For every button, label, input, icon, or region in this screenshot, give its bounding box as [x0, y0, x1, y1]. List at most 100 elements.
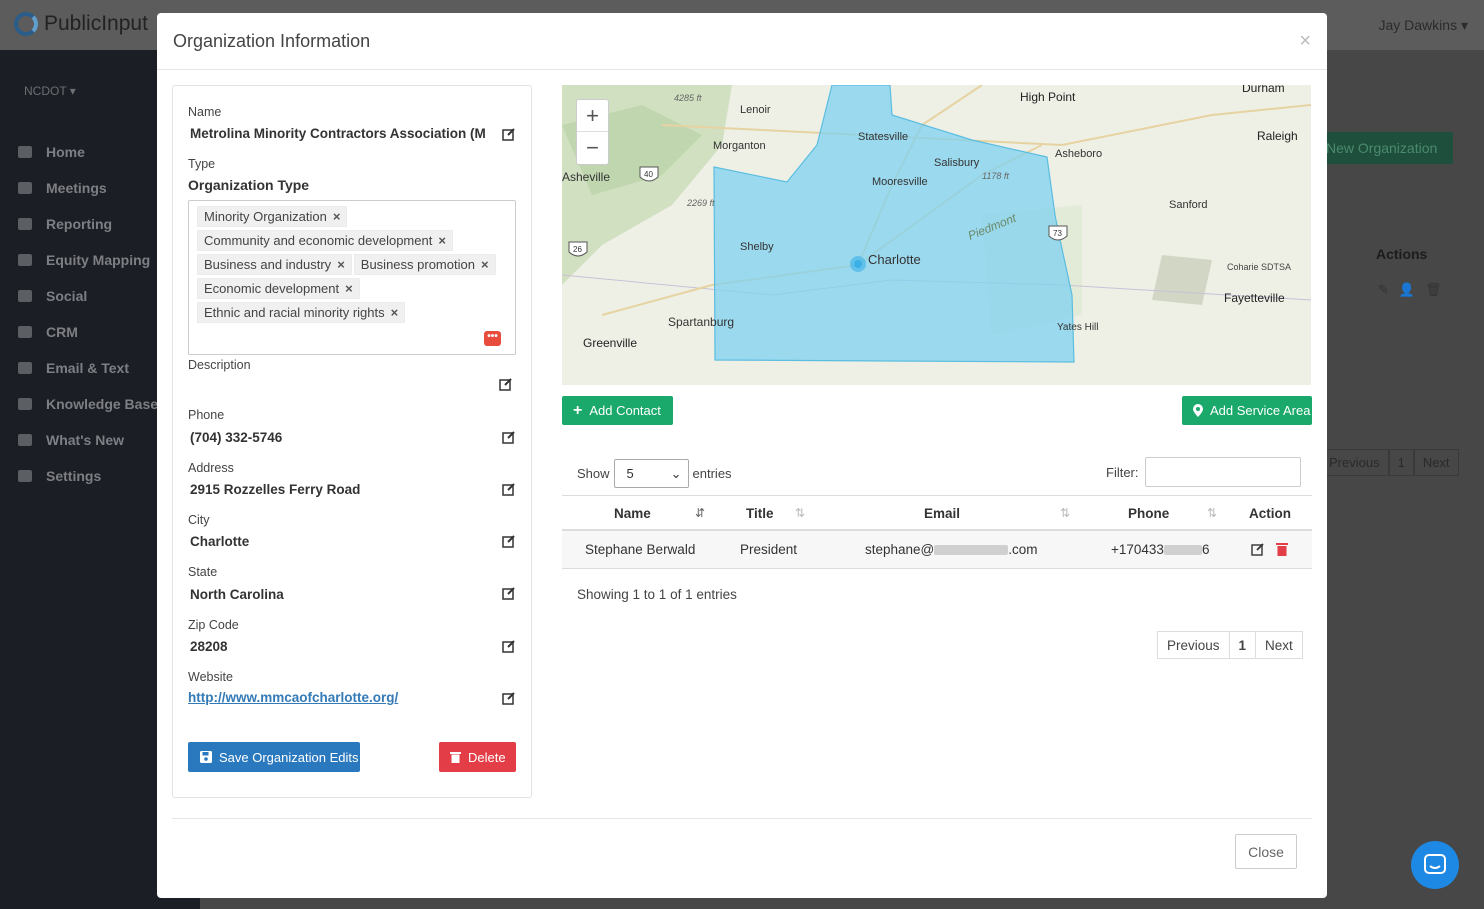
contacts-table: Name ⇵ Title ⇅ Email ⇅ Phone ⇅ Action St…	[562, 495, 1312, 569]
zoom-in-button[interactable]: +	[577, 100, 608, 132]
city-value: Charlotte	[190, 534, 250, 549]
organization-type-select[interactable]: Minority Organization × Community and econ…	[188, 200, 516, 355]
svg-text:40: 40	[644, 170, 653, 179]
edit-name-icon[interactable]	[502, 127, 516, 141]
map-label-morganton: Morganton	[713, 140, 766, 152]
map-label-greenville: Greenville	[583, 336, 637, 350]
table-info: Showing 1 to 1 of 1 entries	[577, 587, 737, 602]
elevation-label: 2269 ft	[686, 198, 715, 208]
description-label: Description	[188, 358, 251, 372]
page-size-select[interactable]: 5 ⌄	[613, 459, 689, 488]
phone-end: 6	[1201, 542, 1210, 557]
row-delete-icon[interactable]	[1276, 542, 1288, 559]
add-contact-label: Add Contact	[589, 403, 661, 418]
edit-description-icon[interactable]	[499, 377, 513, 391]
type-tag-label: Business promotion	[360, 257, 475, 272]
map-marker-icon	[1193, 404, 1203, 417]
name-value: Metrolina Minority Contractors Associati…	[190, 126, 486, 141]
remove-tag-icon[interactable]: ×	[391, 305, 399, 320]
background-next[interactable]: Next	[1413, 449, 1459, 476]
delete-organization-button[interactable]: Delete	[439, 742, 516, 772]
remove-tag-icon[interactable]: ×	[345, 281, 353, 296]
app-logo[interactable]: PublicInput	[14, 12, 148, 36]
save-organization-button[interactable]: Save Organization Edits	[188, 742, 360, 772]
background-previous[interactable]: Previous	[1320, 449, 1389, 476]
remove-tag-icon[interactable]: ×	[481, 257, 489, 272]
background-page-1[interactable]: 1	[1388, 449, 1414, 476]
remove-tag-icon[interactable]: ×	[333, 209, 341, 224]
map-label-durham: Durham	[1242, 85, 1285, 95]
edit-website-icon[interactable]	[502, 691, 516, 705]
highway-shield-40: 40	[639, 166, 659, 182]
add-contact-button[interactable]: + Add Contact	[562, 396, 673, 425]
add-user-icon[interactable]: 👤	[1399, 282, 1415, 298]
website-label: Website	[188, 670, 233, 684]
row-edit-icon[interactable]	[1251, 542, 1265, 559]
chart-icon	[18, 218, 32, 230]
modal-title: Organization Information	[173, 30, 371, 51]
column-email[interactable]: Email	[924, 506, 960, 521]
edit-city-icon[interactable]	[502, 534, 516, 548]
column-title[interactable]: Title	[746, 506, 774, 521]
new-organization-button[interactable]: New Organization	[1318, 132, 1453, 164]
map-label-coharie: Coharie SDTSA	[1227, 262, 1291, 272]
svg-text:73: 73	[1053, 229, 1062, 238]
sidebar-item-label: Equity Mapping	[46, 252, 151, 268]
mail-icon	[18, 362, 32, 374]
more-options-icon[interactable]: •••	[484, 331, 501, 346]
edit-phone-icon[interactable]	[502, 430, 516, 444]
table-row[interactable]: Stephane Berwald President stephane@ .com…	[562, 531, 1312, 569]
close-icon[interactable]: ×	[1299, 30, 1311, 53]
column-name[interactable]: Name	[614, 506, 651, 521]
column-phone[interactable]: Phone	[1128, 506, 1169, 521]
remove-tag-icon[interactable]: ×	[438, 233, 446, 248]
chat-launcher[interactable]	[1411, 841, 1459, 889]
org-switcher[interactable]: NCDOT ▾	[24, 84, 76, 98]
type-tag-label: Ethnic and racial minority rights	[204, 305, 385, 320]
contact-email: stephane@ .com	[865, 542, 1038, 557]
gear-icon	[18, 470, 32, 482]
table-header: Name ⇵ Title ⇅ Email ⇅ Phone ⇅ Action	[562, 495, 1312, 531]
sort-icon[interactable]: ⇅	[795, 506, 805, 520]
actions-header: Actions	[1376, 246, 1428, 262]
page-size-control: Show 5 ⌄ entries	[577, 459, 732, 488]
trash-icon[interactable]: 🗑	[1425, 282, 1442, 298]
sidebar-item-label: Reporting	[46, 216, 113, 232]
map-canvas[interactable]: Charlotte Durham High Point Lenoir State…	[562, 85, 1311, 385]
website-link[interactable]: http://www.mmcaofcharlotte.org/	[188, 690, 398, 705]
sort-icon[interactable]: ⇅	[1060, 506, 1070, 520]
service-area-map[interactable]: Charlotte Durham High Point Lenoir State…	[562, 85, 1311, 385]
remove-tag-icon[interactable]: ×	[337, 257, 345, 272]
user-menu[interactable]: Jay Dawkins ▾	[1378, 17, 1468, 34]
email-end: .com	[1008, 542, 1038, 557]
contact-phone: +170433 6	[1111, 542, 1209, 557]
column-action: Action	[1249, 506, 1291, 521]
type-label: Type	[188, 157, 216, 171]
edit-zip-icon[interactable]	[502, 639, 516, 653]
edit-state-icon[interactable]	[502, 586, 516, 600]
previous-page-button[interactable]: Previous	[1157, 631, 1230, 659]
filter-control: Filter:	[1106, 457, 1301, 487]
close-button[interactable]: Close	[1235, 834, 1297, 869]
phone-value: (704) 332-5746	[190, 430, 283, 445]
sort-icon[interactable]: ⇅	[1207, 506, 1217, 520]
map-label-spartanburg: Spartanburg	[668, 315, 734, 329]
logo-text: PublicInput	[44, 12, 148, 35]
sort-desc-icon[interactable]: ⇵	[695, 506, 705, 520]
edit-icon[interactable]: ✎	[1378, 282, 1389, 298]
add-service-area-label: Add Service Area	[1210, 403, 1311, 418]
zoom-out-button[interactable]: −	[577, 132, 608, 164]
filter-input[interactable]	[1144, 457, 1301, 487]
sidebar-item-label: Settings	[46, 468, 102, 484]
id-card-icon	[18, 326, 32, 338]
page-size-value: 5	[626, 466, 634, 481]
edit-address-icon[interactable]	[502, 482, 516, 496]
book-icon	[18, 398, 32, 410]
map-label-fayetteville: Fayetteville	[1224, 291, 1285, 305]
page-1-button[interactable]: 1	[1229, 631, 1257, 659]
coharie-area	[1152, 255, 1212, 305]
contact-name: Stephane Berwald	[585, 542, 696, 557]
next-page-button[interactable]: Next	[1256, 631, 1303, 659]
map-label-sanford: Sanford	[1169, 199, 1208, 211]
add-service-area-button[interactable]: Add Service Area	[1182, 396, 1312, 425]
